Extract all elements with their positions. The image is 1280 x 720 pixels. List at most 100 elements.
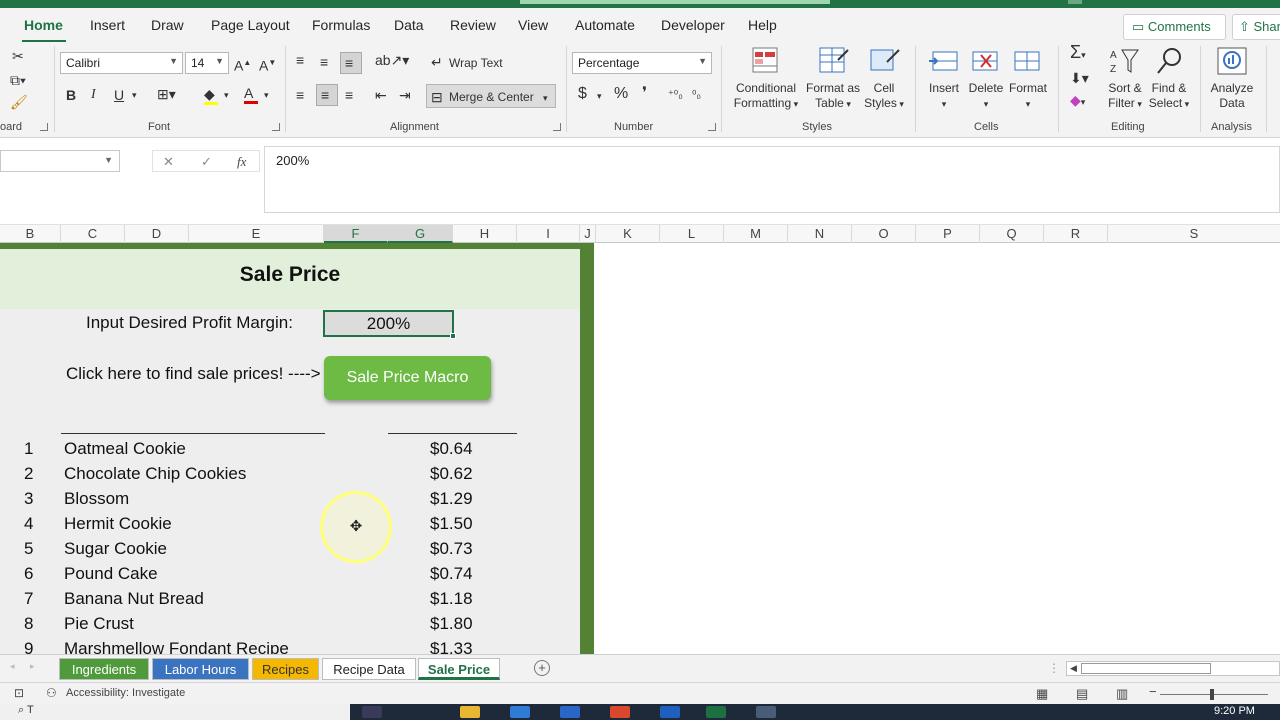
- list-item[interactable]: 3 Blossom $1.29: [0, 486, 580, 511]
- normal-view-icon[interactable]: ▦: [1036, 686, 1048, 702]
- column-header-p[interactable]: P: [916, 225, 980, 243]
- comma-style-icon[interactable]: ❜: [642, 86, 647, 102]
- column-header-d[interactable]: D: [125, 225, 189, 243]
- underline-icon[interactable]: U: [114, 87, 124, 103]
- font-size-select[interactable]: 14 ▼: [185, 52, 229, 74]
- chevron-down-icon[interactable]: ▾: [264, 87, 269, 103]
- outlook-icon[interactable]: [660, 706, 680, 718]
- fill-color-icon[interactable]: ◆: [204, 86, 218, 105]
- fill-handle[interactable]: [450, 333, 456, 339]
- number-format-select[interactable]: Percentage ▼: [572, 52, 712, 74]
- scrollbar-thumb[interactable]: [1081, 663, 1211, 674]
- format-cells-button[interactable]: Format ▾: [1006, 46, 1050, 112]
- sheet-tab-recipe-data[interactable]: Recipe Data: [322, 658, 416, 680]
- autosum-icon[interactable]: Σ▾: [1070, 43, 1086, 63]
- find-select-button[interactable]: Find & Select ▾: [1146, 46, 1192, 112]
- taskbar-search[interactable]: ⌕ T: [0, 704, 350, 720]
- delete-cells-button[interactable]: Delete ▾: [966, 46, 1006, 112]
- edge-icon[interactable]: [560, 706, 580, 718]
- decrease-font-icon[interactable]: A▼: [259, 55, 276, 74]
- column-header-l[interactable]: L: [660, 225, 724, 243]
- align-middle-icon[interactable]: ≡: [320, 54, 328, 70]
- percent-icon[interactable]: %: [614, 86, 628, 102]
- chevron-down-icon[interactable]: ▾: [597, 88, 602, 104]
- format-painter-icon[interactable]: 🖌: [10, 94, 28, 110]
- cancel-icon[interactable]: ✕: [163, 154, 174, 170]
- tab-data[interactable]: Data: [394, 17, 424, 33]
- page-break-view-icon[interactable]: ▥: [1116, 686, 1128, 702]
- conditional-formatting-button[interactable]: Conditional Formatting ▾: [731, 46, 801, 112]
- align-right-icon[interactable]: ≡: [345, 87, 353, 103]
- list-item[interactable]: 6 Pound Cake $0.74: [0, 561, 580, 586]
- horizontal-scrollbar[interactable]: ◀: [1066, 661, 1280, 676]
- sale-price-macro-button[interactable]: Sale Price Macro: [324, 356, 491, 400]
- cell-styles-button[interactable]: Cell Styles ▾: [860, 46, 908, 112]
- wrap-text-button[interactable]: Wrap Text: [449, 56, 503, 70]
- enter-icon[interactable]: ✓: [201, 154, 212, 170]
- profit-margin-input[interactable]: 200%: [323, 310, 456, 339]
- align-left-icon[interactable]: ≡: [296, 87, 304, 103]
- column-header-b[interactable]: B: [0, 225, 61, 243]
- name-box[interactable]: ▼: [0, 150, 120, 172]
- scroll-left-icon[interactable]: ◀: [1070, 663, 1077, 674]
- column-header-k[interactable]: K: [596, 225, 660, 243]
- tab-view[interactable]: View: [518, 17, 548, 33]
- tab-automate[interactable]: Automate: [575, 17, 635, 33]
- list-item[interactable]: 5 Sugar Cookie $0.73: [0, 536, 580, 561]
- app-icon[interactable]: [756, 706, 776, 718]
- orientation-icon[interactable]: ab↗▾: [375, 52, 409, 68]
- font-name-select[interactable]: Calibri ▼: [60, 52, 183, 74]
- store-icon[interactable]: [510, 706, 530, 718]
- alignment-launcher[interactable]: [553, 123, 561, 131]
- worksheet-grid[interactable]: Sale Price Input Desired Profit Margin: …: [0, 243, 1280, 654]
- increase-indent-icon[interactable]: ⇥: [399, 87, 411, 103]
- chevron-down-icon[interactable]: ▾: [224, 87, 229, 103]
- list-item[interactable]: 4 Hermit Cookie $1.50: [0, 511, 580, 536]
- zoom-slider-thumb[interactable]: [1210, 689, 1214, 700]
- insert-function-icon[interactable]: fx: [237, 154, 246, 170]
- tab-help[interactable]: Help: [748, 17, 777, 33]
- list-item[interactable]: 2 Chocolate Chip Cookies $0.62: [0, 461, 580, 486]
- column-header-o[interactable]: O: [852, 225, 916, 243]
- list-item[interactable]: 1 Oatmeal Cookie $0.64: [0, 436, 580, 461]
- tab-draw[interactable]: Draw: [151, 17, 184, 33]
- sheet-tab-ingredients[interactable]: Ingredients: [59, 658, 149, 680]
- number-launcher[interactable]: [708, 123, 716, 131]
- sheet-tab-sale-price[interactable]: Sale Price: [418, 658, 500, 680]
- borders-icon[interactable]: ⊞▾: [157, 86, 176, 102]
- title-bar-search[interactable]: [520, 0, 830, 4]
- column-header-m[interactable]: M: [724, 225, 788, 243]
- list-item[interactable]: 8 Pie Crust $1.80: [0, 611, 580, 636]
- tab-page-layout[interactable]: Page Layout: [211, 17, 290, 33]
- column-header-g[interactable]: G: [388, 225, 453, 243]
- zoom-slider[interactable]: [1160, 694, 1268, 695]
- cut-icon[interactable]: ✂: [12, 48, 24, 64]
- clear-icon[interactable]: ◆▾: [1070, 92, 1085, 110]
- fill-icon[interactable]: ⬇▾: [1070, 70, 1089, 86]
- format-as-table-button[interactable]: Format as Table ▾: [803, 46, 863, 112]
- column-header-r[interactable]: R: [1044, 225, 1108, 243]
- sheet-tab-labor-hours[interactable]: Labor Hours: [152, 658, 249, 680]
- analyze-data-button[interactable]: Analyze Data: [1206, 46, 1258, 111]
- list-item[interactable]: 7 Banana Nut Bread $1.18: [0, 586, 580, 611]
- copy-icon[interactable]: ⧉▾: [10, 72, 26, 88]
- column-header-h[interactable]: H: [453, 225, 517, 243]
- tab-home[interactable]: Home: [24, 17, 63, 33]
- decrease-indent-icon[interactable]: ⇤: [375, 87, 387, 103]
- scroll-tabs-left-icon[interactable]: ◂: [10, 661, 15, 672]
- column-header-e[interactable]: E: [189, 225, 324, 243]
- bold-icon[interactable]: B: [66, 87, 76, 103]
- italic-icon[interactable]: I: [91, 87, 96, 103]
- column-header-c[interactable]: C: [61, 225, 125, 243]
- formula-input[interactable]: 200%: [264, 146, 1280, 213]
- file-explorer-icon[interactable]: [460, 706, 480, 718]
- font-launcher[interactable]: [272, 123, 280, 131]
- align-center-button[interactable]: ≡: [316, 84, 338, 106]
- list-item[interactable]: 9 Marshmellow Fondant Recipe $1.33: [0, 636, 580, 654]
- increase-font-icon[interactable]: A▲: [234, 55, 251, 74]
- chrome-icon[interactable]: [610, 706, 630, 718]
- share-button[interactable]: ⇧ Shar: [1232, 14, 1280, 40]
- align-top-icon[interactable]: ≡: [296, 52, 304, 68]
- column-header-n[interactable]: N: [788, 225, 852, 243]
- column-header-f[interactable]: F: [324, 225, 388, 243]
